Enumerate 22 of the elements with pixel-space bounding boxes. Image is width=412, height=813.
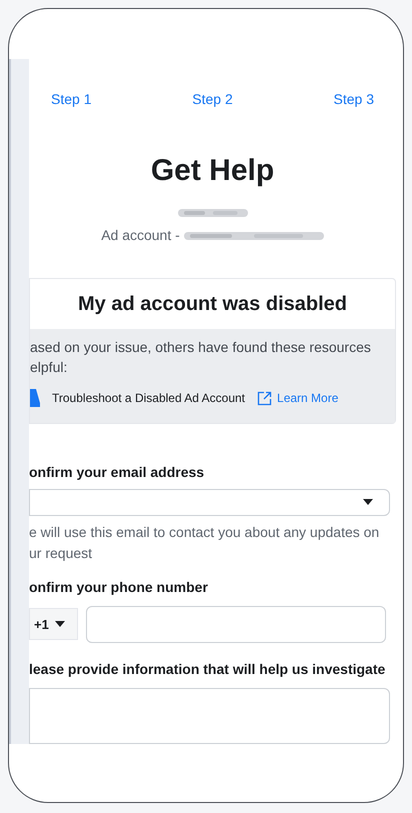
card-title: My ad account was disabled — [77, 292, 348, 317]
resource-title: Troubleshoot a Disabled Ad Account — [52, 390, 246, 407]
helper-text: ur request — [29, 544, 94, 563]
external-link-icon — [257, 390, 272, 406]
redacted-text — [178, 207, 248, 219]
account-label: Ad account - — [101, 226, 180, 245]
step-link[interactable]: Step 3 — [334, 89, 374, 110]
card-message: ased on your issue, others have found these resources elpful: — [30, 338, 372, 377]
email-select[interactable] — [29, 489, 390, 516]
caret-icon — [363, 499, 373, 506]
learn-more-link[interactable]: Learn More — [257, 389, 338, 407]
country-code-select[interactable]: +1 — [29, 608, 78, 640]
page-title: Get Help — [150, 153, 276, 189]
email-label: onfirm your email address — [29, 463, 206, 482]
caret-icon — [54, 621, 65, 628]
phone-label: onfirm your phone number — [29, 578, 209, 597]
step-link[interactable]: Step 1 — [51, 89, 92, 110]
info-textarea[interactable] — [29, 688, 390, 744]
step-link[interactable]: Step 2 — [192, 89, 233, 110]
info-label: lease provide information that will help us investigate — [29, 660, 386, 679]
phone-field[interactable] — [86, 606, 386, 643]
helper-text: e will use this email to contact you about any updates on — [29, 522, 380, 542]
